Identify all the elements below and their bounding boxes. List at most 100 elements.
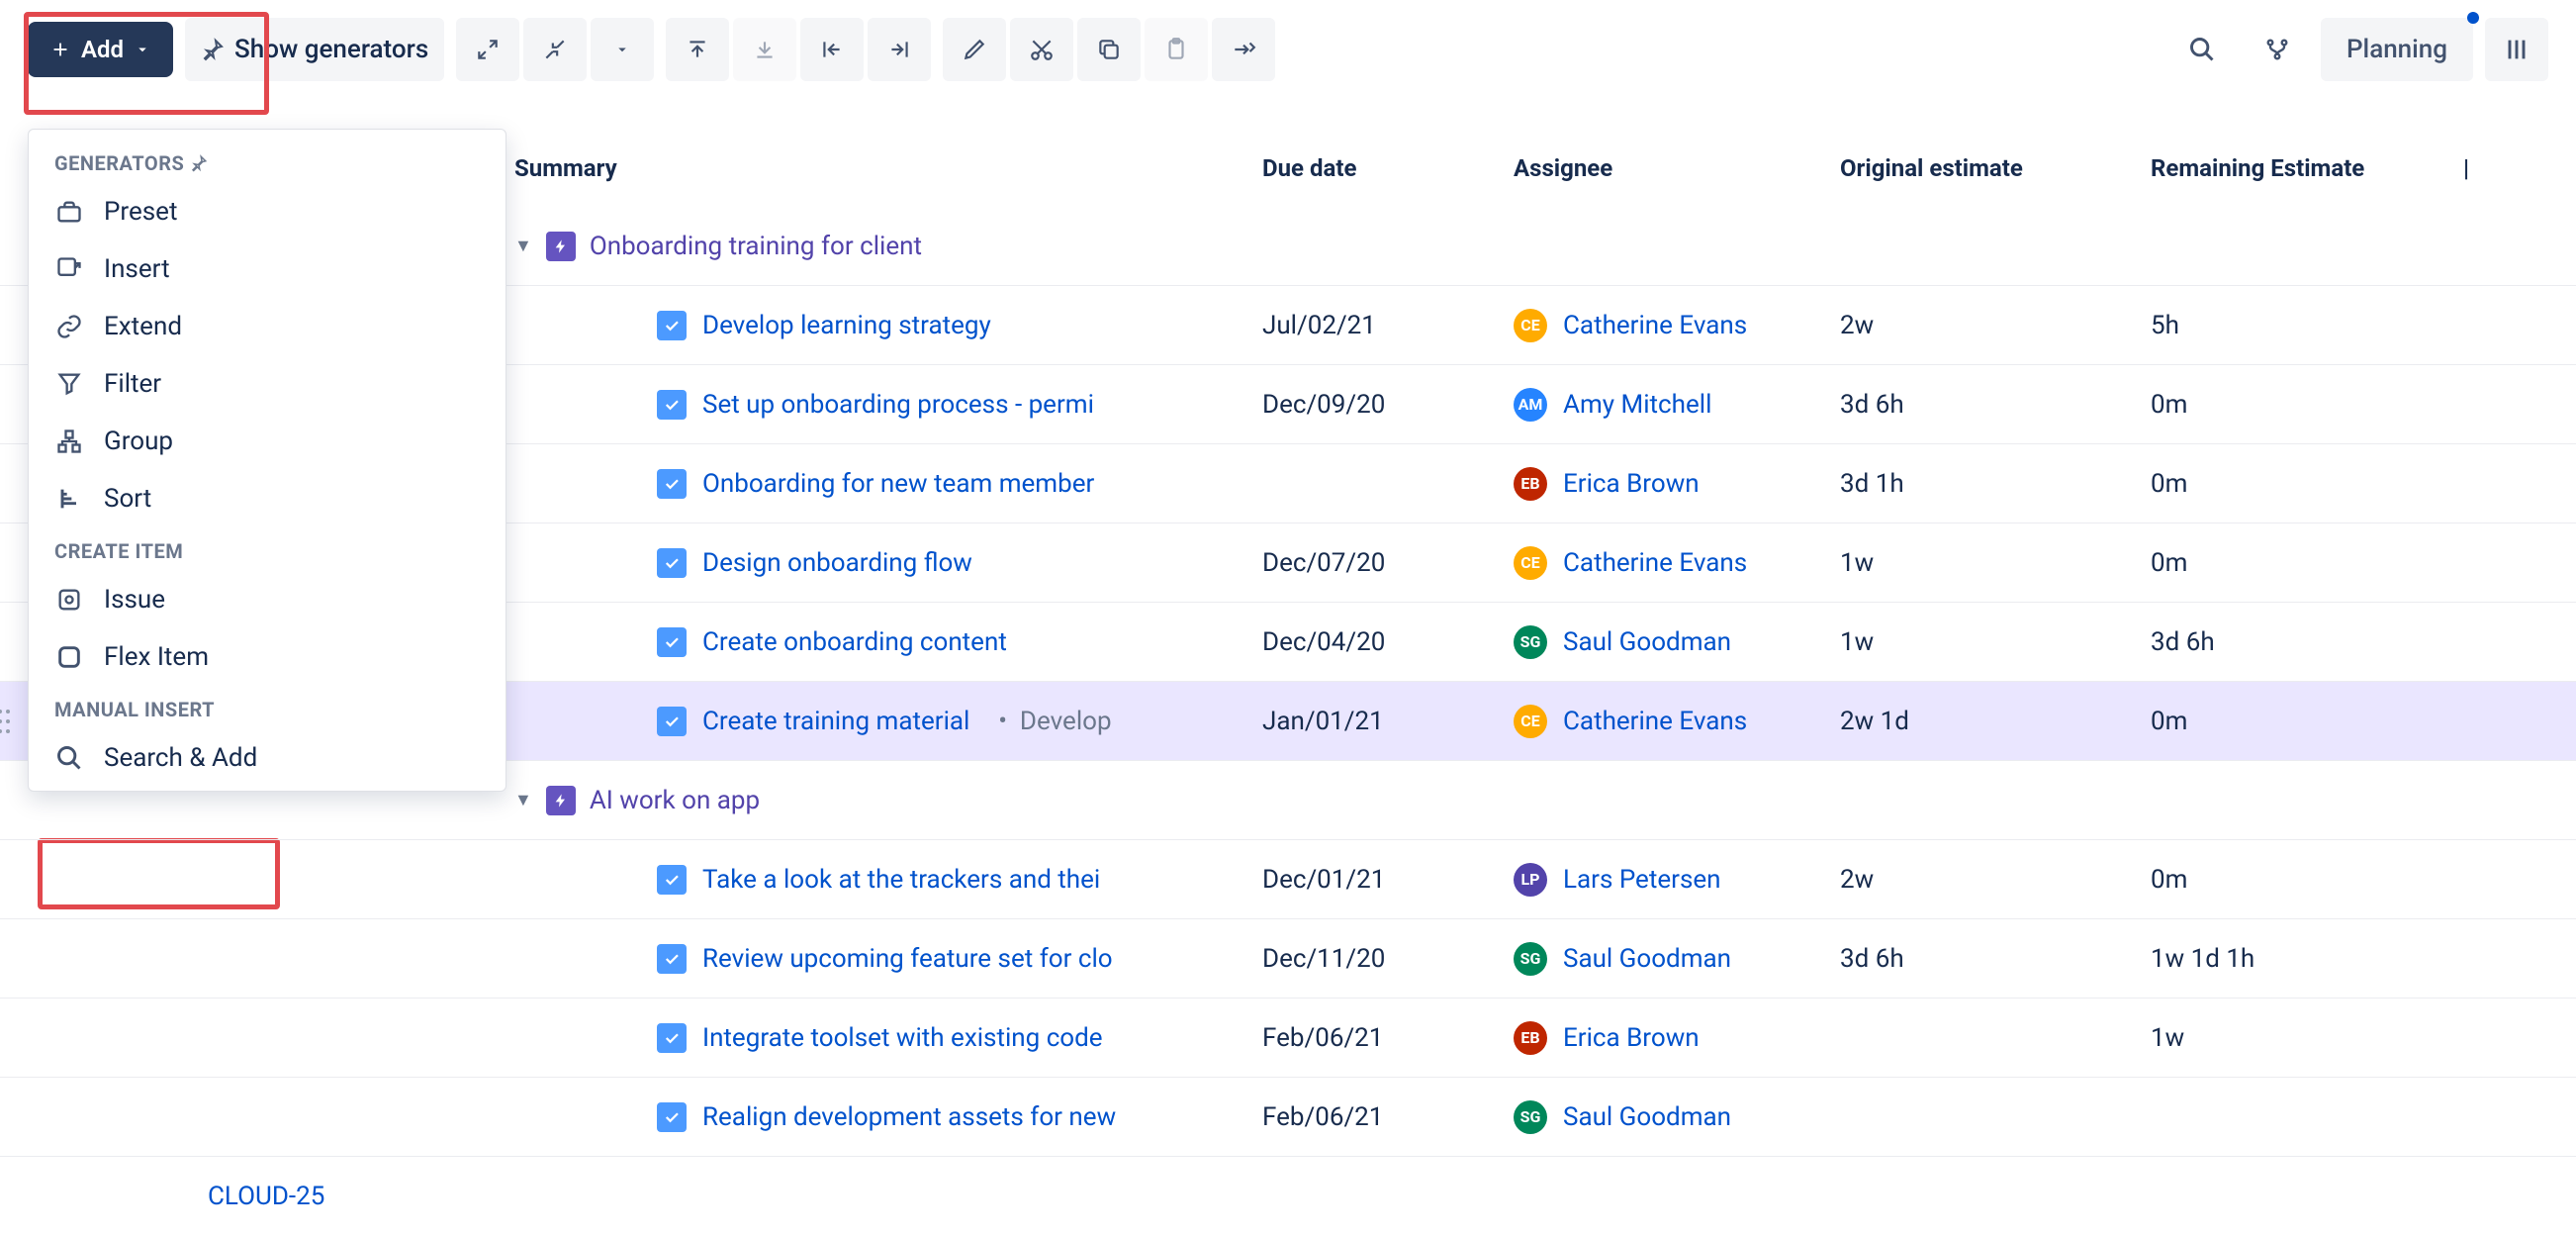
col-orig-est[interactable]: Original estimate	[1840, 154, 2151, 182]
copy-button[interactable]	[1077, 18, 1141, 81]
task-summary[interactable]: Set up onboarding process - permi	[702, 390, 1094, 420]
task-summary[interactable]: Integrate toolset with existing code	[702, 1023, 1103, 1053]
dropdown-item-sort[interactable]: Sort	[29, 470, 506, 527]
assignee-cell[interactable]: AMAmy Mitchell	[1514, 388, 1840, 422]
assignee-name: Lars Petersen	[1563, 865, 1721, 895]
columns-button[interactable]	[2485, 18, 2548, 81]
rem-estimate: 0m	[2151, 469, 2463, 499]
expand-button[interactable]	[456, 18, 519, 81]
dropdown-item-extend[interactable]: Extend	[29, 298, 506, 355]
search-button[interactable]	[2170, 18, 2234, 81]
summary-trail: • Develop	[985, 707, 1111, 736]
avatar: EB	[1514, 1021, 1547, 1055]
dropdown-item-group[interactable]: Group	[29, 413, 506, 470]
task-summary[interactable]: Review upcoming feature set for clo	[702, 944, 1113, 974]
move-bottom-button[interactable]	[733, 18, 796, 81]
due-date: Feb/06/21	[1262, 1102, 1514, 1132]
epic-title[interactable]: Onboarding training for client	[590, 232, 922, 261]
col-summary[interactable]: Summary	[514, 154, 1262, 182]
assignee-cell[interactable]: CECatherine Evans	[1514, 309, 1840, 342]
show-generators-label: Show generators	[234, 35, 428, 64]
flex-item-icon	[54, 642, 84, 672]
due-date: Dec/11/20	[1262, 944, 1514, 974]
col-assignee[interactable]: Assignee	[1514, 154, 1840, 182]
dropdown-section-create: CREATE ITEM	[29, 527, 506, 571]
assignee-cell[interactable]: LP Lars Petersen	[1514, 863, 1840, 897]
cut-button[interactable]	[1010, 18, 1073, 81]
branch-button[interactable]	[2246, 18, 2309, 81]
chevron-down-icon[interactable]: ▼	[514, 236, 532, 256]
group-icon	[54, 427, 84, 456]
assignee-name: Catherine Evans	[1563, 311, 1747, 340]
assignee-cell[interactable]: SGSaul Goodman	[1514, 625, 1840, 659]
assignee-cell[interactable]: SGSaul Goodman	[1514, 1100, 1840, 1134]
filter-icon	[54, 369, 84, 399]
orig-estimate: 2w	[1840, 311, 2151, 340]
chevron-down-icon[interactable]: ▼	[514, 790, 532, 810]
dropdown-item-filter[interactable]: Filter	[29, 355, 506, 413]
toolbar-group-edit	[943, 18, 1275, 81]
search-icon	[54, 743, 84, 773]
dropdown-item-flex-item[interactable]: Flex Item	[29, 628, 506, 686]
task-icon	[657, 311, 687, 340]
avatar: EB	[1514, 467, 1547, 501]
move-right-button[interactable]	[868, 18, 931, 81]
toolbar: Add Show generators	[0, 0, 2576, 99]
task-summary[interactable]: Take a look at the trackers and thei	[702, 865, 1100, 895]
col-due[interactable]: Due date	[1262, 154, 1514, 182]
more-button[interactable]	[591, 18, 654, 81]
epic-icon	[546, 786, 576, 815]
add-button[interactable]: Add	[28, 22, 173, 77]
task-summary[interactable]: Design onboarding flow	[702, 548, 972, 578]
dropdown-item-issue[interactable]: Issue	[29, 571, 506, 628]
dropdown-item-search-add[interactable]: Search & Add	[29, 729, 506, 787]
dropdown-item-insert[interactable]: Insert	[29, 240, 506, 298]
issue-key[interactable]: CLOUD-25	[0, 1182, 514, 1211]
assignee-cell[interactable]: EBErica Brown	[1514, 467, 1840, 501]
task-summary[interactable]: Create training material	[702, 707, 969, 736]
assignee-cell[interactable]: CE Catherine Evans	[1514, 705, 1840, 738]
avatar: CE	[1514, 705, 1547, 738]
dropdown-item-preset[interactable]: Preset	[29, 183, 506, 240]
show-generators-button[interactable]: Show generators	[185, 18, 444, 81]
task-summary[interactable]: Develop learning strategy	[702, 311, 991, 340]
collapse-button[interactable]	[523, 18, 587, 81]
pin-icon	[201, 38, 225, 61]
table-row[interactable]: Integrate toolset with existing codeFeb/…	[0, 998, 2576, 1078]
rem-estimate: 0m	[2151, 865, 2463, 895]
task-icon	[657, 469, 687, 499]
task-summary[interactable]: Realign development assets for new	[702, 1102, 1116, 1132]
orig-estimate: 1w	[1840, 627, 2151, 657]
rem-estimate: 1w 1d 1h	[2151, 944, 2463, 974]
task-icon	[657, 707, 687, 736]
orig-estimate: 3d 6h	[1840, 944, 2151, 974]
avatar: LP	[1514, 863, 1547, 897]
drag-handle-icon[interactable]	[0, 702, 14, 741]
move-top-button[interactable]	[666, 18, 729, 81]
assignee-name: Erica Brown	[1563, 1023, 1700, 1053]
clear-button[interactable]	[1212, 18, 1275, 81]
planning-button[interactable]: Planning	[2321, 18, 2473, 81]
task-summary[interactable]: Onboarding for new team member	[702, 469, 1094, 499]
edit-button[interactable]	[943, 18, 1006, 81]
assignee-name: Catherine Evans	[1563, 707, 1747, 736]
table-row[interactable]: CLOUD-25	[0, 1157, 2576, 1236]
col-rem-est[interactable]: Remaining Estimate	[2151, 154, 2463, 182]
epic-title[interactable]: AI work on app	[590, 786, 760, 815]
assignee-cell[interactable]: EB Erica Brown	[1514, 1021, 1840, 1055]
avatar: SG	[1514, 1100, 1547, 1134]
table-row[interactable]: Take a look at the trackers and theiDec/…	[0, 840, 2576, 919]
rem-estimate: 5h	[2151, 311, 2463, 340]
assignee-cell[interactable]: CECatherine Evans	[1514, 546, 1840, 580]
task-icon	[657, 944, 687, 974]
table-row[interactable]: Review upcoming feature set for clo Dec/1…	[0, 919, 2576, 998]
task-summary[interactable]: Create onboarding content	[702, 627, 1007, 657]
table-row[interactable]: Realign development assets for new Feb/06…	[0, 1078, 2576, 1157]
due-date: Dec/04/20	[1262, 627, 1514, 657]
dropdown-section-manual: MANUAL INSERT	[29, 686, 506, 729]
assignee-cell[interactable]: SGSaul Goodman	[1514, 942, 1840, 976]
paste-button[interactable]	[1145, 18, 1208, 81]
col-last[interactable]: |	[2463, 154, 2576, 182]
task-icon	[657, 1023, 687, 1053]
move-left-button[interactable]	[800, 18, 864, 81]
